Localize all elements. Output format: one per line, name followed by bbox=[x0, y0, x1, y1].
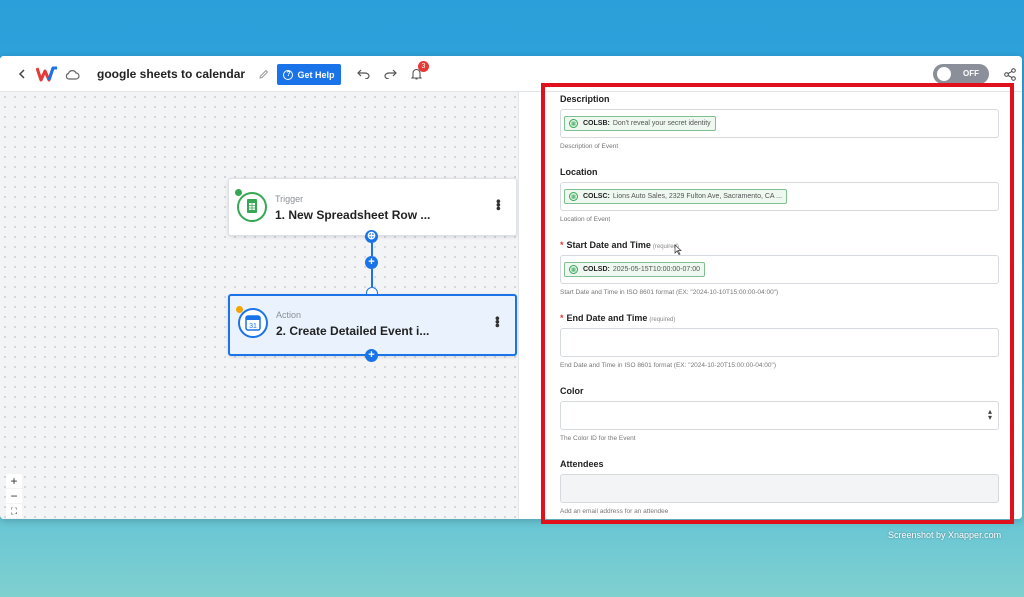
trigger-node[interactable]: Trigger 1. New Spreadsheet Row ... ••• bbox=[228, 178, 517, 236]
location-help: Location of Event bbox=[560, 216, 611, 223]
sheets-small-icon: ▦ bbox=[569, 119, 578, 128]
variable-chip[interactable]: ▦ COLSD: 2025-05-15T10:00:00-07:00 bbox=[564, 262, 706, 277]
help-icon: ? bbox=[283, 69, 294, 80]
attendees-help: Add an email address for an attendee bbox=[560, 508, 669, 515]
app-window: google sheets to calendar ? Get Help 3 O… bbox=[0, 56, 1022, 519]
status-dot bbox=[236, 306, 243, 313]
more-options-icon[interactable]: ••• bbox=[490, 316, 505, 327]
logo-icon[interactable] bbox=[35, 66, 58, 82]
add-step-icon[interactable]: + bbox=[365, 256, 378, 269]
get-help-button[interactable]: ? Get Help bbox=[277, 64, 341, 85]
toggle-knob bbox=[937, 67, 951, 81]
google-sheets-icon bbox=[237, 192, 267, 222]
sheets-small-icon: ▦ bbox=[569, 265, 578, 274]
connector-handle-icon[interactable]: ⊕ bbox=[365, 230, 378, 243]
description-help: Description of Event bbox=[560, 143, 619, 150]
description-field[interactable]: ▦ COLSB: Don't reveal your secret identit… bbox=[560, 109, 999, 138]
trigger-name: 1. New Spreadsheet Row ... bbox=[275, 208, 431, 222]
redo-icon[interactable] bbox=[382, 67, 398, 81]
attendees-field[interactable] bbox=[560, 474, 999, 503]
zoom-in-button[interactable]: + bbox=[6, 474, 22, 488]
toggle-label: OFF bbox=[963, 69, 979, 78]
workflow-title[interactable]: google sheets to calendar bbox=[97, 67, 245, 81]
connector-line bbox=[371, 269, 373, 287]
variable-chip[interactable]: ▦ COLSB: Don't reveal your secret identit… bbox=[564, 116, 716, 131]
sheets-small-icon: ▦ bbox=[569, 192, 578, 201]
watermark: Screenshot by Xnapper.com bbox=[888, 530, 1002, 540]
mouse-cursor-icon bbox=[674, 244, 682, 258]
svg-text:31: 31 bbox=[249, 323, 257, 330]
get-help-label: Get Help bbox=[297, 69, 335, 80]
start-date-label: * Start Date and Time (required) bbox=[560, 240, 679, 250]
description-label: Description bbox=[560, 94, 610, 104]
location-label: Location bbox=[560, 167, 598, 177]
more-options-icon[interactable]: ••• bbox=[491, 199, 506, 210]
status-dot bbox=[235, 189, 242, 196]
action-node[interactable]: 31 Action 2. Create Detailed Event i... … bbox=[228, 294, 517, 356]
edit-pencil-icon[interactable] bbox=[256, 67, 270, 81]
attendees-label: Attendees bbox=[560, 459, 604, 469]
share-icon[interactable] bbox=[1003, 66, 1017, 82]
config-panel: Description ▦ COLSB: Don't reveal your se… bbox=[518, 92, 1022, 519]
connector-line bbox=[371, 243, 373, 256]
select-arrows-icon: ▴ ▾ bbox=[987, 407, 992, 422]
cloud-icon bbox=[64, 67, 80, 81]
google-calendar-icon: 31 bbox=[238, 308, 268, 338]
back-icon[interactable] bbox=[14, 66, 30, 82]
color-select[interactable]: ▴ ▾ bbox=[560, 401, 999, 430]
start-date-help: Start Date and Time in ISO 8601 format (… bbox=[560, 289, 779, 296]
location-field[interactable]: ▦ COLSC: Lions Auto Sales, 2329 Fulton Av… bbox=[560, 182, 999, 211]
end-date-field[interactable] bbox=[560, 328, 999, 357]
zoom-out-button[interactable]: − bbox=[6, 489, 22, 503]
end-date-label: * End Date and Time (required) bbox=[560, 313, 676, 323]
trigger-kind-label: Trigger bbox=[275, 194, 304, 204]
top-bar: google sheets to calendar ? Get Help 3 O… bbox=[0, 56, 1022, 92]
color-help: The Color ID for the Event bbox=[560, 435, 636, 442]
workflow-canvas[interactable]: Trigger 1. New Spreadsheet Row ... ••• ⊕… bbox=[0, 92, 518, 519]
workflow-active-toggle[interactable]: OFF bbox=[933, 64, 989, 84]
start-date-field[interactable]: ▦ COLSD: 2025-05-15T10:00:00-07:00 bbox=[560, 255, 999, 284]
add-step-icon[interactable]: + bbox=[365, 349, 378, 362]
undo-icon[interactable] bbox=[355, 67, 371, 81]
end-date-help: End Date and Time in ISO 8601 format (EX… bbox=[560, 362, 776, 369]
action-kind-label: Action bbox=[276, 310, 302, 320]
fit-view-button[interactable]: ⛶ bbox=[6, 504, 22, 518]
color-label: Color bbox=[560, 386, 584, 396]
variable-chip[interactable]: ▦ COLSC: Lions Auto Sales, 2329 Fulton Av… bbox=[564, 189, 787, 204]
notification-badge: 3 bbox=[418, 61, 429, 72]
action-name: 2. Create Detailed Event i... bbox=[276, 324, 430, 338]
